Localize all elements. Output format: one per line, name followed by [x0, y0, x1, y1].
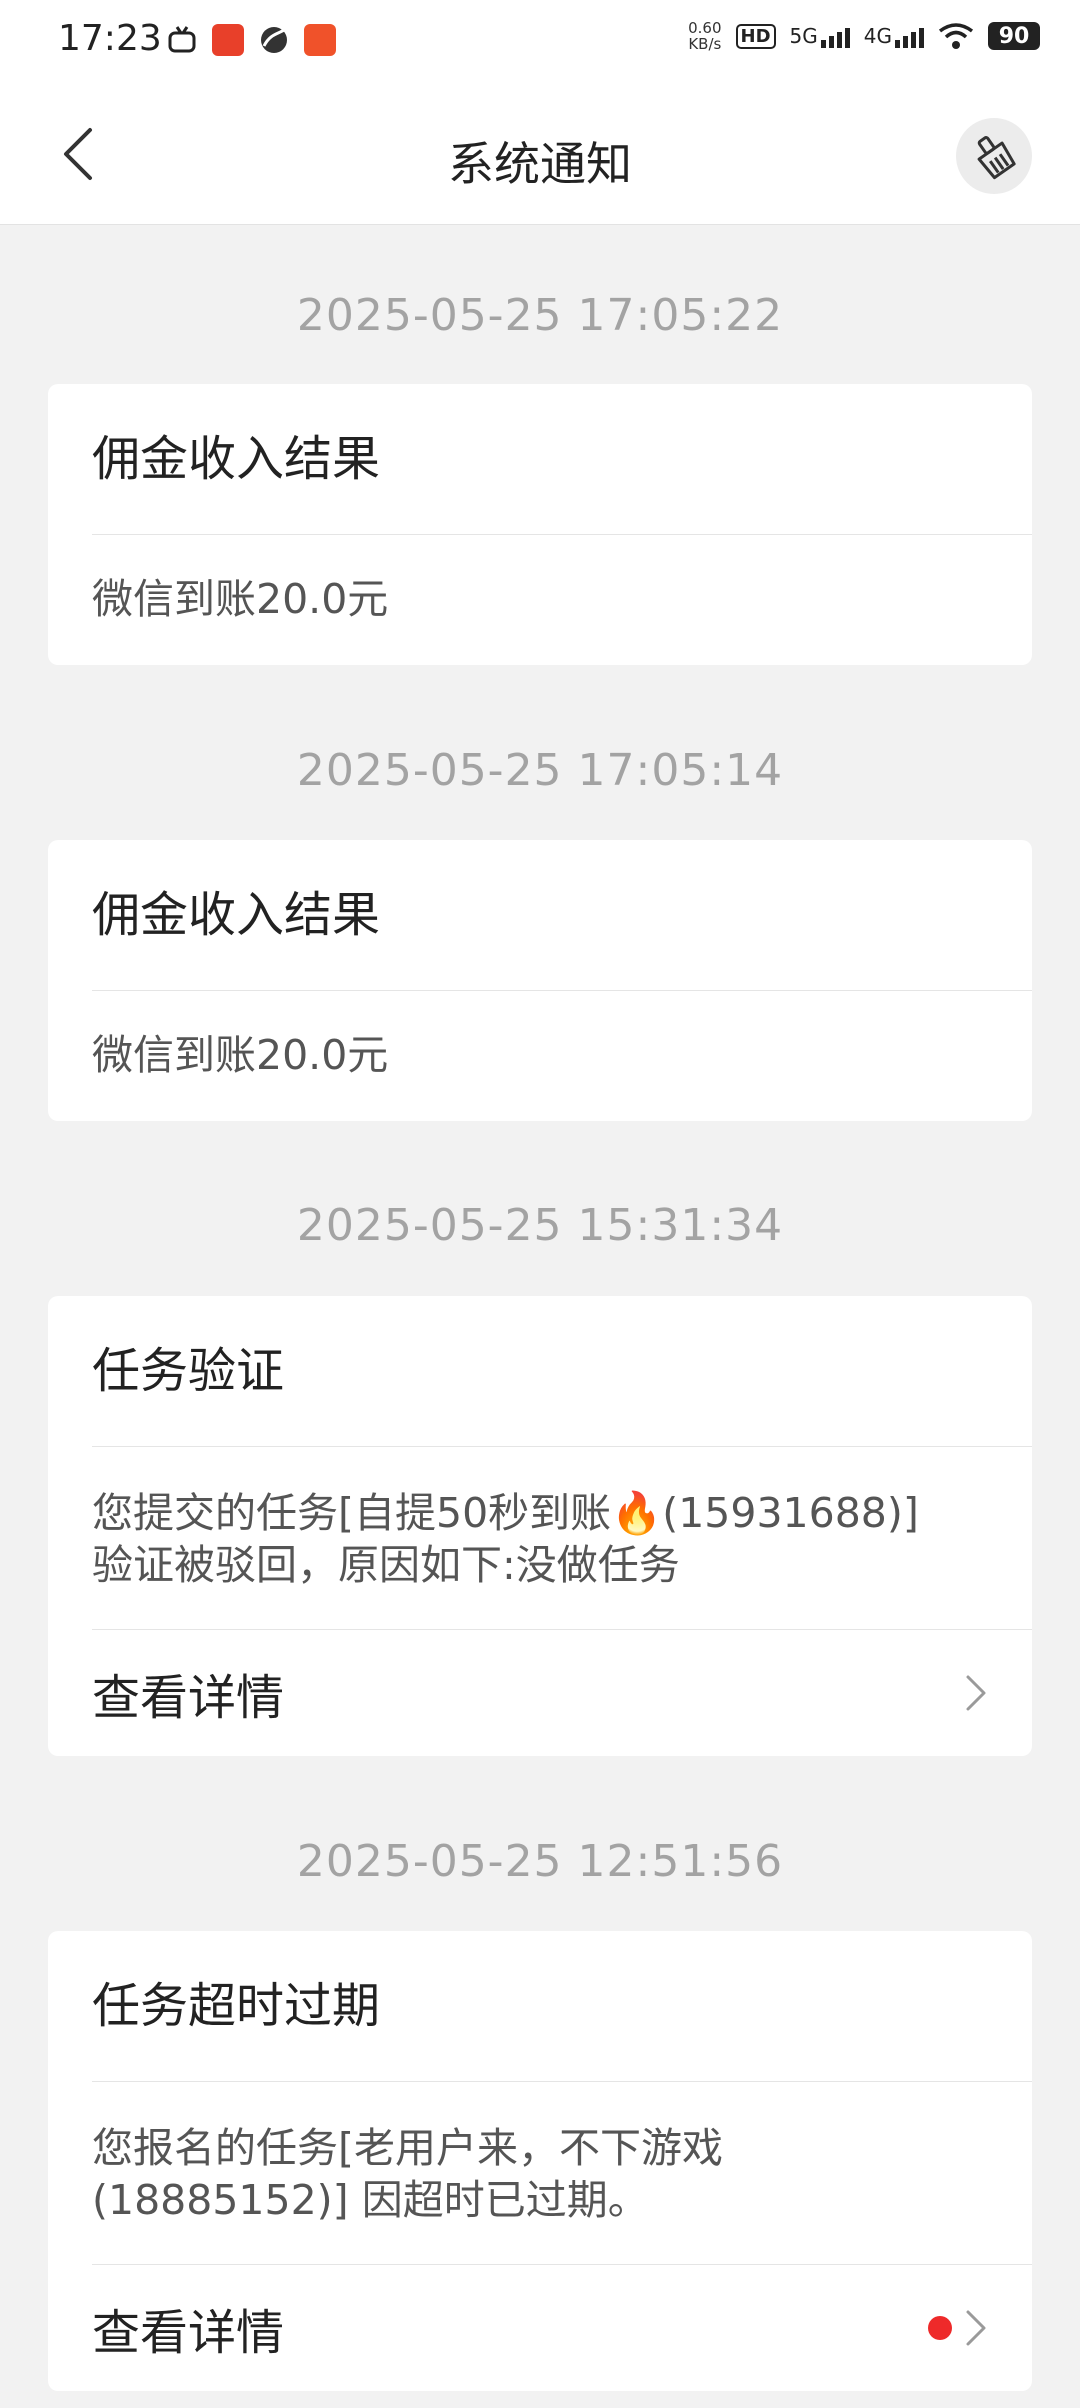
status-bar: 17:23 0.60 KB/s HD 5G 4G 90 — [0, 0, 1080, 84]
broom-icon — [977, 136, 1016, 180]
status-time: 17:23 — [58, 18, 162, 59]
tv-app-icon — [168, 26, 196, 53]
network-speed: 0.60 KB/s — [688, 19, 722, 53]
signal-5g-icon: 5G — [790, 24, 850, 48]
ball-app-icon — [261, 27, 287, 53]
notification-body-line: 验证被驳回，原因如下:没做任务 — [92, 1541, 680, 1589]
signal-4g-icon: 4G — [864, 24, 924, 48]
chevron-right-icon — [966, 1675, 986, 1711]
notification-card[interactable]: 佣金收入结果 微信到账20.0元 — [48, 384, 1032, 665]
notification-card[interactable]: 佣金收入结果 微信到账20.0元 — [48, 840, 1032, 1121]
notification-title: 佣金收入结果 — [92, 887, 381, 943]
view-details-row[interactable]: 查看详情 — [48, 2265, 1032, 2391]
view-details-label: 查看详情 — [92, 2305, 285, 2361]
orange-app-icon — [304, 24, 336, 56]
nav-header: 系统通知 — [0, 84, 1080, 225]
notification-body-line: 您提交的任务[自提50秒到账🔥(15931688)] — [92, 1489, 919, 1537]
view-details-label: 查看详情 — [92, 1670, 285, 1726]
unread-dot — [928, 2316, 952, 2340]
notification-timestamp: 2025-05-25 15:31:34 — [296, 1200, 784, 1251]
notification-timestamp: 2025-05-25 17:05:14 — [296, 745, 784, 796]
battery-icon: 90 — [988, 22, 1040, 50]
notification-card[interactable]: 任务超时过期 您报名的任务[老用户来，不下游戏 (18885152)] 因超时已… — [48, 1931, 1032, 2391]
view-details-row[interactable]: 查看详情 — [48, 1630, 1032, 1756]
notification-body: 您报名的任务[老用户来，不下游戏 (18885152)] 因超时已过期。 — [48, 2082, 1032, 2264]
notification-body-line: (18885152)] 因超时已过期。 — [92, 2176, 649, 2224]
notification-card[interactable]: 任务验证 您提交的任务[自提50秒到账🔥(15931688)] 验证被驳回，原因… — [48, 1296, 1032, 1756]
hd-icon: HD — [735, 23, 776, 49]
notification-title: 任务超时过期 — [92, 1978, 381, 2034]
clear-notifications-button[interactable] — [956, 118, 1032, 194]
wifi-icon — [938, 23, 974, 49]
status-app-icons — [166, 24, 336, 56]
notification-title: 任务验证 — [92, 1343, 285, 1399]
notification-timestamp: 2025-05-25 12:51:56 — [296, 1836, 784, 1887]
chevron-right-icon — [966, 2310, 986, 2346]
notification-body: 微信到账20.0元 — [92, 1031, 389, 1079]
notification-body: 微信到账20.0元 — [92, 575, 389, 623]
notification-title: 佣金收入结果 — [92, 431, 381, 487]
notification-timestamp: 2025-05-25 17:05:22 — [296, 290, 784, 341]
earn-app-icon — [212, 24, 244, 56]
page-title: 系统通知 — [448, 137, 632, 191]
status-indicators: 0.60 KB/s HD 5G 4G 90 — [688, 20, 1040, 52]
notification-body-line: 您报名的任务[老用户来，不下游戏 — [92, 2124, 723, 2172]
notification-body: 您提交的任务[自提50秒到账🔥(15931688)] 验证被驳回，原因如下:没做… — [48, 1447, 1032, 1629]
